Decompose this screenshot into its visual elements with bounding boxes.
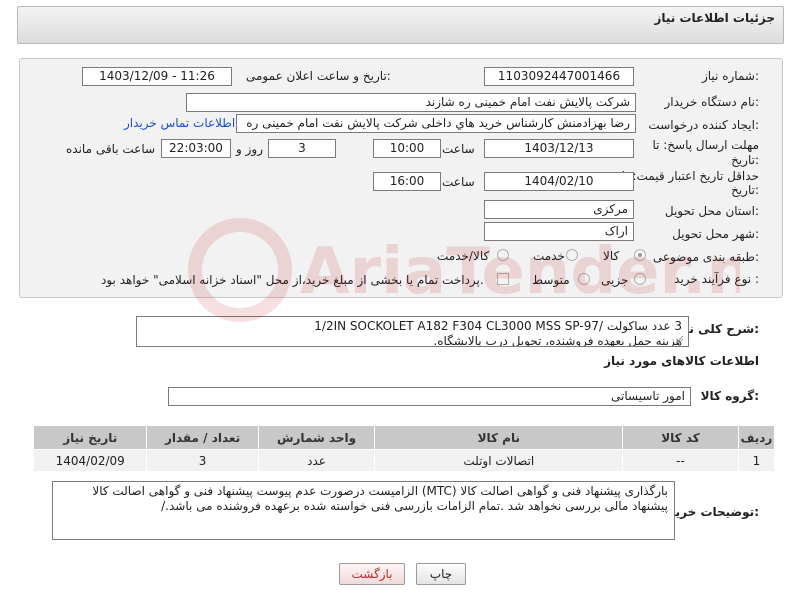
need-number-field: 1103092447001466 [484,67,634,86]
goods-group-label: گروه کالا: [700,389,759,403]
back-button[interactable]: بازگشت [339,563,405,585]
province-field: مرکزی [484,200,634,219]
category-radio-goods-service[interactable] [497,249,509,261]
goods-section-title: اطلاعات کالاهای مورد نیاز [604,354,759,368]
col-header-unit: واحد شمارش [257,425,376,450]
requester-field: رضا بهزادمنش کارشناس خرید هاي داخلی شرکت… [236,114,636,133]
purchase-option-minor: جزیی [601,273,629,287]
buyer-notes-textarea[interactable]: بارگذاری پیشنهاد فنی و گواهی اصالت کالا … [52,481,675,540]
category-option-goods-service: کالا/خدمت [437,249,490,263]
table-row: 1 -- اتصالات اوتلت عدد 3 1404/02/09 [32,449,776,472]
category-option-service: خدمت [533,249,565,263]
goods-group-field: امور تاسیساتی [168,387,691,406]
goods-table-header-row: ردیف کد کالا نام کالا واحد شمارش تعداد /… [32,425,776,450]
reply-deadline-time-field: 10:00 [373,139,441,158]
col-header-item-name: نام کالا [374,425,624,450]
need-number-label: شماره نیاز: [701,69,759,83]
treasury-payment-note: پرداخت تمام یا بخشی از مبلغ خرید،از محل … [101,273,484,287]
cell-item-code: -- [622,449,739,472]
cell-row-number: 1 [737,449,776,472]
price-validity-time-field: 16:00 [373,172,441,191]
cell-unit: عدد [257,449,376,472]
col-header-quantity: تعداد / مقدار [146,425,259,450]
city-label: شهر محل تحویل: [672,227,759,241]
col-header-item-code: کد کالا [622,425,739,450]
category-label: طبقه بندی موضوعی: [652,250,759,264]
cell-need-date: 1404/02/09 [32,449,148,472]
purchase-type-label: نوع فرآیند خرید : [674,272,759,286]
description-line-2: هزینه حمل بعهده فروشنده، تحویل درب پالای… [433,334,682,347]
reply-deadline-date-field: 1403/12/13 [484,139,634,158]
purchase-radio-minor[interactable] [634,273,646,285]
reply-deadline-label-date: تاریخ: [731,153,759,167]
col-header-row-number: ردیف [737,425,776,450]
price-validity-label-date: تاریخ: [731,183,759,197]
purchase-radio-medium[interactable] [578,273,590,285]
city-field: اراک [484,222,634,241]
buyer-notes-line-2: پیشنهاد مالی بررسی نخواهد شد .تمام الزام… [161,499,668,513]
category-radio-service[interactable] [566,249,578,261]
description-line-1: 3 عدد ساکولت /1/2IN SOCKOLET A182 F304 C… [314,319,682,333]
announce-datetime-label: تاریخ و ساعت اعلان عمومی: [246,69,391,83]
col-header-need-date: تاریخ نیاز [32,425,148,450]
announce-datetime-field: 1403/12/09 - 11:26 [82,67,232,86]
print-button[interactable]: چاپ [416,563,466,585]
province-label: استان محل تحویل: [664,204,759,218]
description-textarea[interactable]: 3 عدد ساکولت /1/2IN SOCKOLET A182 F304 C… [136,316,689,347]
buyer-contact-link[interactable]: اطلاعات تماس خریدار [124,116,235,130]
remaining-time-label: ساعت باقی مانده [66,142,156,156]
buyer-notes-line-1: بارگذاری پیشنهاد فنی و گواهی اصالت کالا … [92,484,668,498]
price-validity-date-field: 1404/02/10 [484,172,634,191]
price-validity-time-label: ساعت [442,175,475,189]
category-radio-goods[interactable] [634,249,646,261]
reply-days-field: 3 [268,139,336,158]
treasury-payment-checkbox[interactable] [497,273,509,285]
goods-table: ردیف کد کالا نام کالا واحد شمارش تعداد /… [32,425,776,472]
reply-days-label: روز و [236,142,263,156]
resize-grip-icon[interactable] [674,334,684,344]
requester-label: ایجاد کننده درخواست: [648,118,759,132]
reply-deadline-label: مهلت ارسال پاسخ: تا [652,138,759,152]
remaining-time-field: 22:03:00 [161,139,231,158]
category-option-goods: کالا [603,249,620,263]
reply-deadline-time-label: ساعت [442,142,475,156]
cell-item-name: اتصالات اوتلت [374,449,624,472]
buyer-org-label: نام دستگاه خریدار: [664,95,760,109]
buyer-org-field: شرکت پالایش نفت امام خمینی ره شازند [186,93,636,112]
purchase-option-medium: متوسط [532,273,570,287]
cell-quantity: 3 [146,449,259,472]
price-validity-label: حداقل تاریخ اعتبار قیمت: تا [621,169,759,183]
page-title: جزئیات اطلاعات نیاز [654,11,775,25]
